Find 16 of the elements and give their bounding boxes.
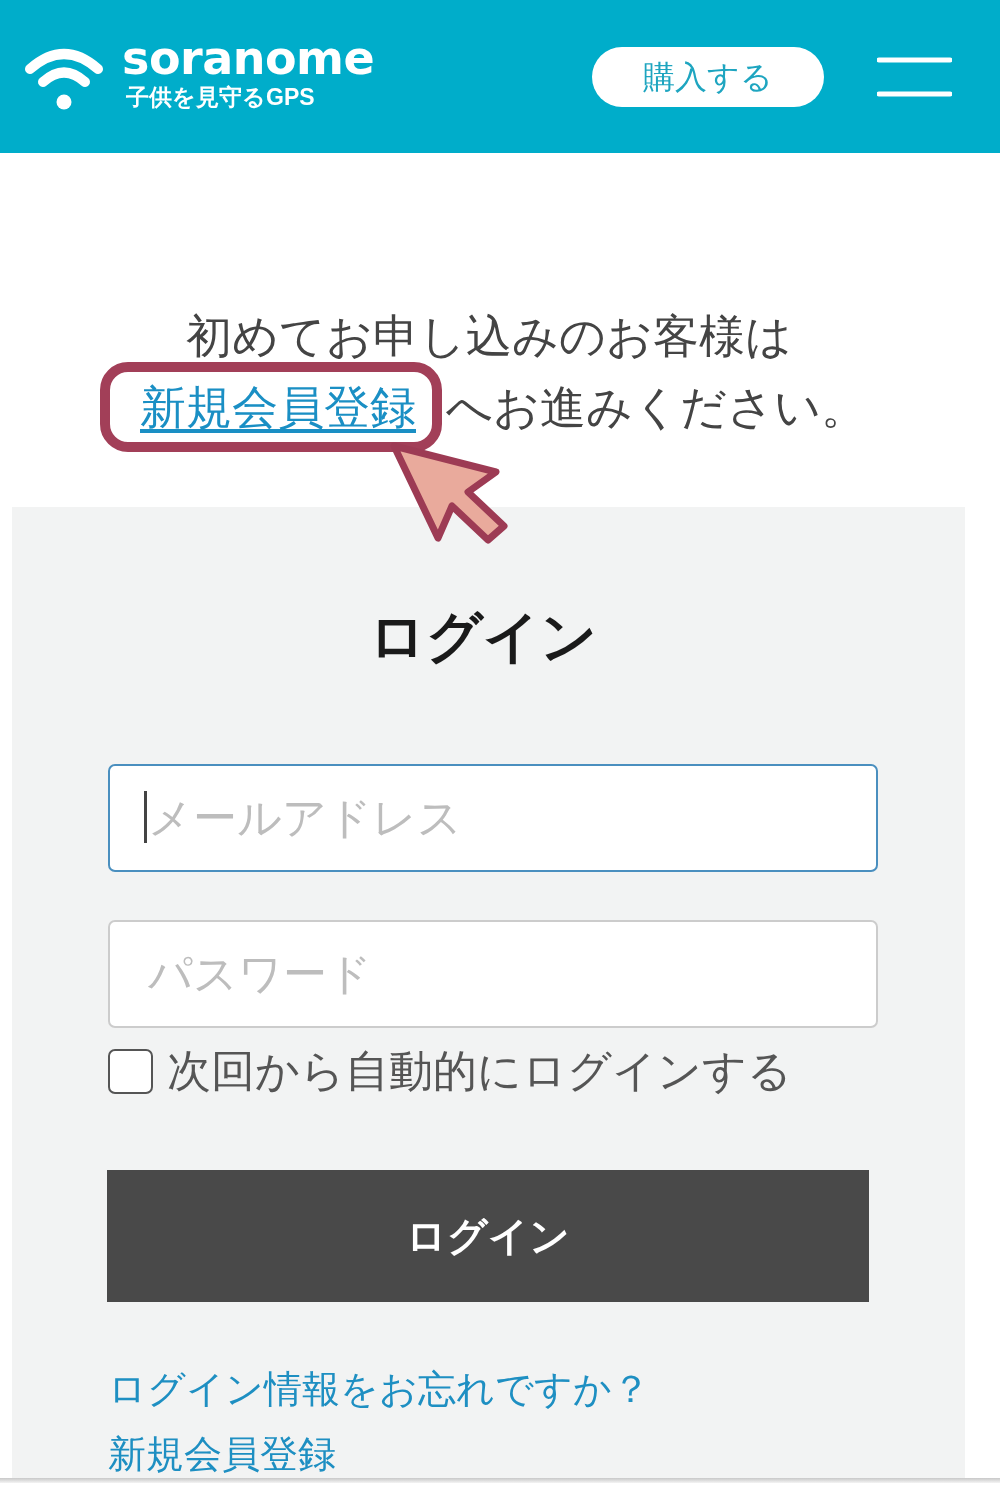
brand-name: soranome xyxy=(122,32,375,83)
menu-icon[interactable] xyxy=(877,56,952,97)
login-title: ログイン xyxy=(368,605,597,669)
password-field[interactable]: パスワード xyxy=(108,920,878,1028)
intro-text: 初めてお申し込みのお客様は xyxy=(186,312,792,360)
signup-link[interactable]: 新規会員登録 xyxy=(140,382,416,432)
login-button[interactable]: ログイン xyxy=(107,1170,869,1302)
remember-checkbox[interactable] xyxy=(108,1048,153,1094)
intro-instruction-text: へお進みください。 xyxy=(446,382,867,432)
email-field[interactable]: メールアドレス xyxy=(108,764,878,872)
text-cursor-icon xyxy=(144,791,147,843)
buy-button[interactable]: 購入する xyxy=(592,46,824,107)
brand-tagline: 子供を見守るGPS xyxy=(126,82,316,111)
signup-link[interactable]: 新規会員登録 xyxy=(108,1430,336,1478)
remember-label: 次回から自動的にログインする xyxy=(167,1047,792,1095)
forgot-login-link[interactable]: ログイン情報をお忘れですか？ xyxy=(108,1365,650,1413)
